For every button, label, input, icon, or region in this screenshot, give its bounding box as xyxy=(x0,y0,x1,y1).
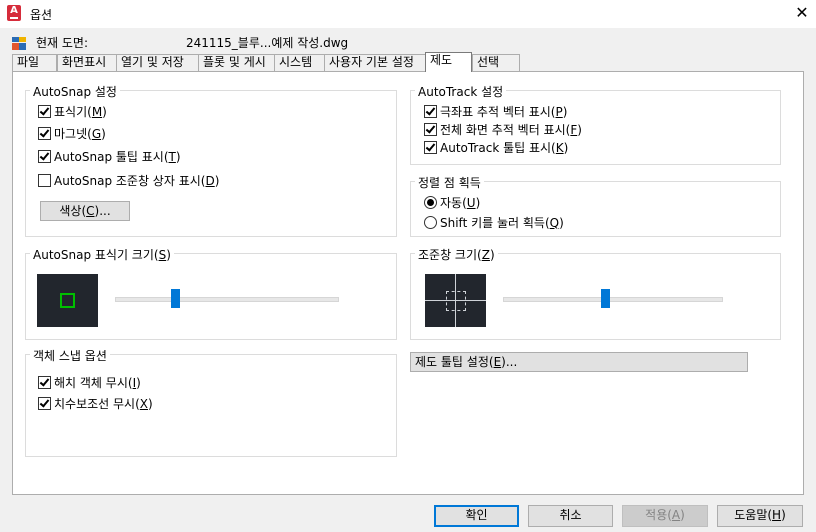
shift-to-acquire-radio[interactable]: Shift 키를 눌러 획득(Q) xyxy=(424,214,564,231)
tab-display[interactable]: 화면표시 xyxy=(57,54,117,71)
tab-user-preferences[interactable]: 사용자 기본 설정 xyxy=(324,54,432,71)
polar-tracking-vector-checkbox[interactable]: 극좌표 추적 벡터 표시(P) xyxy=(424,103,567,120)
aperture-size-group: 조준창 크기(Z) xyxy=(410,246,781,340)
magnet-checkbox[interactable]: 마그넷(G) xyxy=(38,125,106,142)
ignore-extension-lines-checkbox[interactable]: 치수보조선 무시(X) xyxy=(38,395,153,412)
marker-size-group: AutoSnap 표식기 크기(S) xyxy=(25,246,397,340)
alignment-point-acquisition-group: 정렬 점 획득 자동(U) Shift 키를 눌러 획득(Q) xyxy=(410,174,781,237)
tab-drafting[interactable]: 제도 xyxy=(425,52,472,72)
marker-size-slider[interactable] xyxy=(115,297,339,302)
group-title: 객체 스냅 옵션 xyxy=(30,347,110,364)
group-title: AutoSnap 표식기 크기(S) xyxy=(30,246,174,263)
group-title: AutoSnap 설정 xyxy=(30,83,120,100)
ok-button[interactable]: 확인 xyxy=(434,505,519,527)
current-drawing-label: 현재 도면: xyxy=(36,36,89,50)
full-screen-tracking-vector-checkbox[interactable]: 전체 화면 추적 벡터 표시(F) xyxy=(424,121,582,138)
autocad-app-icon: A xyxy=(7,5,21,21)
checkbox-box[interactable] xyxy=(38,397,51,410)
ignore-hatch-checkbox[interactable]: 해치 객체 무시(I) xyxy=(38,374,141,391)
automatic-radio[interactable]: 자동(U) xyxy=(424,194,480,211)
tab-open-and-save[interactable]: 열기 및 저장 xyxy=(116,54,200,71)
color-button[interactable]: 색상(C)... xyxy=(40,201,130,221)
checkbox-box[interactable] xyxy=(424,105,437,118)
group-title: AutoTrack 설정 xyxy=(415,83,507,100)
checkbox-box[interactable] xyxy=(424,141,437,154)
tab-system[interactable]: 시스템 xyxy=(274,54,330,71)
current-drawing-name: 241115_블루...예제 작성.dwg xyxy=(186,36,349,50)
tab-selection[interactable]: 선택 xyxy=(472,54,520,71)
group-title: 조준창 크기(Z) xyxy=(415,246,498,263)
apply-button[interactable]: 적용(A) xyxy=(622,505,708,527)
checkbox-box[interactable] xyxy=(424,123,437,136)
close-icon[interactable]: ✕ xyxy=(792,3,812,22)
help-button[interactable]: 도움말(H) xyxy=(717,505,803,527)
checkbox-box[interactable] xyxy=(38,105,51,118)
tab-plot-and-publish[interactable]: 플롯 및 게시 xyxy=(198,54,286,71)
group-title: 정렬 점 획득 xyxy=(415,174,484,191)
autosnap-settings-group: AutoSnap 설정 표식기(M) 마그넷(G) AutoSnap 툴팁 표시… xyxy=(25,83,397,237)
aperture-box-checkbox[interactable]: AutoSnap 조준창 상자 표시(D) xyxy=(38,172,219,189)
title-bar xyxy=(0,0,816,28)
cancel-button[interactable]: 취소 xyxy=(528,505,613,527)
autotrack-tooltip-checkbox[interactable]: AutoTrack 툴팁 표시(K) xyxy=(424,139,568,156)
drafting-tab-panel: AutoSnap 설정 표식기(M) 마그넷(G) AutoSnap 툴팁 표시… xyxy=(12,71,804,495)
tab-files[interactable]: 파일 xyxy=(12,54,57,71)
drawing-file-icon xyxy=(12,37,26,50)
object-snap-options-group: 객체 스냅 옵션 해치 객체 무시(I) 치수보조선 무시(X) xyxy=(25,347,397,457)
aperture-box-icon xyxy=(446,291,466,311)
window-title: 옵션 xyxy=(30,8,53,22)
radio-button[interactable] xyxy=(424,196,437,209)
checkbox-box[interactable] xyxy=(38,376,51,389)
aperture-preview xyxy=(425,274,486,327)
marker-checkbox[interactable]: 표식기(M) xyxy=(38,103,107,120)
aperture-size-slider-thumb[interactable] xyxy=(601,289,611,308)
checkbox-box[interactable] xyxy=(38,127,51,140)
marker-size-slider-thumb[interactable] xyxy=(170,289,180,308)
radio-button[interactable] xyxy=(424,216,437,229)
marker-square-icon xyxy=(60,293,75,308)
marker-preview xyxy=(37,274,98,327)
checkbox-box[interactable] xyxy=(38,150,51,163)
autosnap-tooltip-checkbox[interactable]: AutoSnap 툴팁 표시(T) xyxy=(38,148,181,165)
aperture-size-slider[interactable] xyxy=(503,297,723,302)
autotrack-settings-group: AutoTrack 설정 극좌표 추적 벡터 표시(P) 전체 화면 추적 벡터… xyxy=(410,83,781,165)
checkbox-box[interactable] xyxy=(38,174,51,187)
drafting-tooltip-settings-button[interactable]: 제도 툴팁 설정(E)... xyxy=(410,352,748,372)
